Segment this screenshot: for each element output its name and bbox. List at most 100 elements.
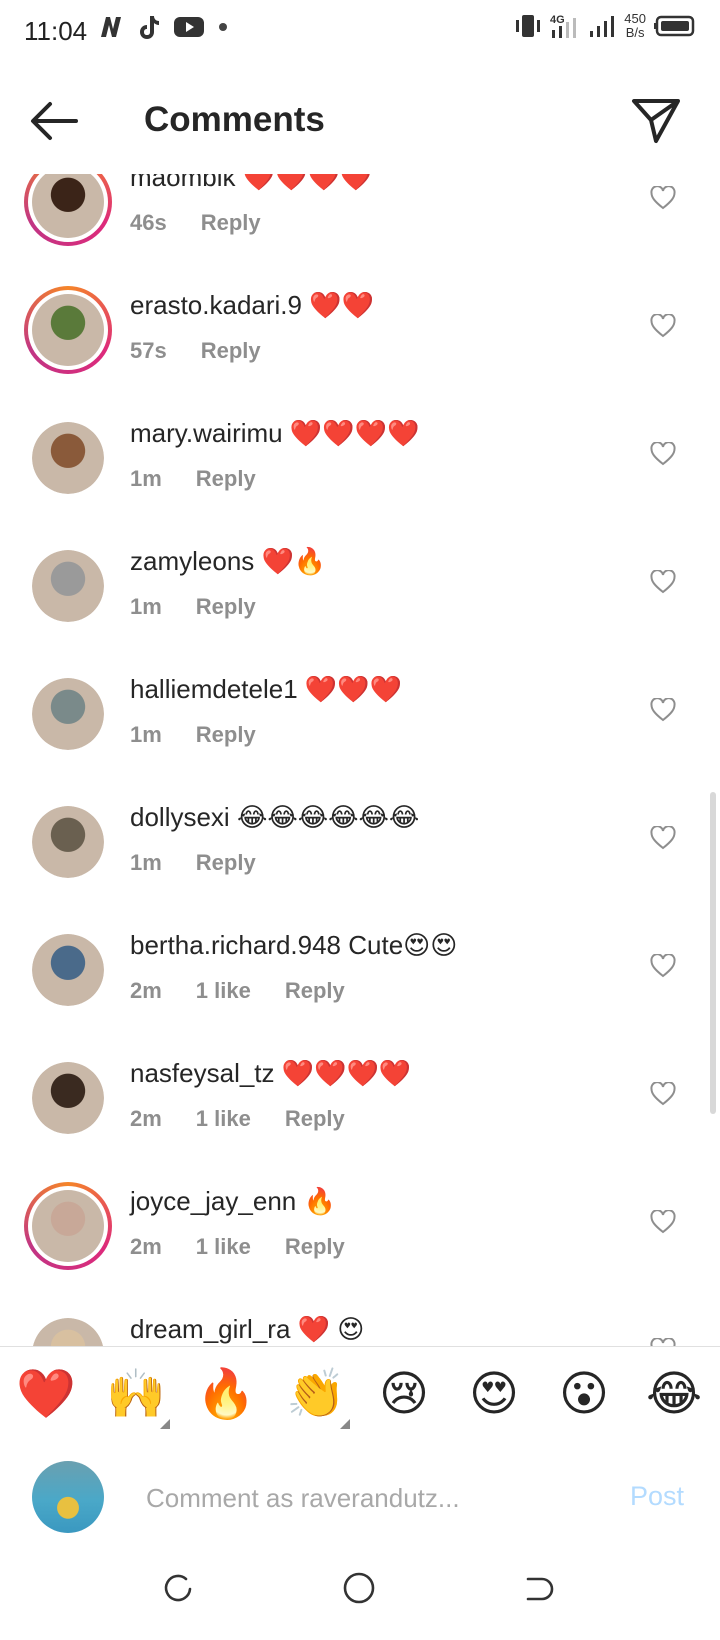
raising-hands-emoji[interactable]: 🙌 (106, 1367, 166, 1423)
status-bar: 11:04 4G 450 B/s (0, 0, 720, 66)
navigation-bar (0, 1553, 720, 1640)
comment-username[interactable]: maombik (130, 174, 235, 192)
tears-of-joy-emoji[interactable]: 😂 (646, 1367, 702, 1423)
post-button[interactable]: Post (630, 1481, 684, 1512)
like-heart-icon[interactable] (650, 826, 676, 850)
comment-time: 2m (130, 978, 162, 1003)
system-status: 4G 450 B/s (514, 12, 698, 40)
comment-username[interactable]: bertha.richard.948 (130, 930, 341, 960)
reply-button[interactable]: Reply (196, 594, 256, 619)
heart-eyes-emoji[interactable]: 😍 (466, 1367, 522, 1423)
home-icon[interactable] (342, 1571, 376, 1605)
comment-text: Cute😍😍 (348, 930, 458, 960)
comment-likes[interactable]: 1 like (196, 1234, 251, 1259)
avatar[interactable] (24, 286, 112, 374)
like-heart-icon[interactable] (650, 954, 676, 978)
comment-username[interactable]: dollysexi (130, 802, 230, 832)
avatar[interactable] (32, 678, 104, 750)
comment-input[interactable] (144, 1473, 588, 1523)
skin-tone-indicator (340, 1419, 350, 1429)
reply-button[interactable]: Reply (285, 978, 345, 1003)
header: Comments (0, 70, 720, 174)
avatar[interactable] (32, 934, 104, 1006)
dot-icon (219, 23, 227, 31)
comment-line: mary.wairimu ❤️❤️❤️❤️ (130, 418, 419, 449)
comment-line: nasfeysal_tz ❤️❤️❤️❤️ (130, 1058, 411, 1089)
avatar[interactable] (32, 422, 104, 494)
comment-line: erasto.kadari.9 ❤️❤️ (130, 290, 374, 321)
comment-likes[interactable]: 1 like (196, 1106, 251, 1131)
comment-meta: 46s Reply (130, 210, 261, 236)
comment-line: joyce_jay_enn 🔥 (130, 1186, 336, 1217)
comment-time: 1m (130, 466, 162, 491)
comment-likes[interactable]: 1 like (196, 978, 251, 1003)
comment-text: 😂😂😂😂😂😂 (236, 802, 420, 832)
comment-time: 1m (130, 850, 162, 875)
like-heart-icon[interactable] (650, 698, 676, 722)
vibrate-icon (516, 15, 541, 37)
back-nav-icon[interactable] (522, 1573, 554, 1605)
notification-icons (98, 14, 228, 40)
comment-text: ❤️❤️❤️ (304, 674, 403, 704)
avatar[interactable] (32, 806, 104, 878)
comment-meta: 2m 1 like Reply (130, 1234, 345, 1260)
comment-username[interactable]: dream_girl_ra (130, 1314, 290, 1344)
comment-time: 2m (130, 1106, 162, 1131)
reply-button[interactable]: Reply (285, 1234, 345, 1259)
back-arrow-icon[interactable] (28, 98, 80, 144)
comment-username[interactable]: nasfeysal_tz (130, 1058, 275, 1088)
scrollbar[interactable] (710, 792, 716, 1114)
reply-button[interactable]: Reply (196, 722, 256, 747)
comment-meta: 2m 1 like Reply (130, 1106, 345, 1132)
comment-username[interactable]: mary.wairimu (130, 418, 283, 448)
avatar[interactable] (32, 1062, 104, 1134)
avatar[interactable] (32, 550, 104, 622)
avatar[interactable] (32, 1318, 104, 1348)
avatar (32, 1461, 104, 1533)
red-heart-emoji[interactable]: ❤️ (16, 1367, 76, 1423)
clapping-hands-emoji[interactable]: 👏 (286, 1367, 346, 1423)
direct-message-icon[interactable] (630, 96, 682, 144)
comment-list[interactable]: maombik ❤️❤️❤️❤️ 46s Reply erasto.kadari.9 … (0, 174, 720, 1348)
like-heart-icon[interactable] (650, 1210, 676, 1234)
comment-row: bertha.richard.948 Cute😍😍 2m 1 like Reply (0, 914, 720, 1042)
avatar[interactable] (24, 1182, 112, 1270)
comment-text: 🔥 (303, 1186, 336, 1216)
like-heart-icon[interactable] (650, 186, 676, 210)
comment-username[interactable]: joyce_jay_enn (130, 1186, 296, 1216)
comment-row: erasto.kadari.9 ❤️❤️ 57s Reply (0, 274, 720, 402)
comment-meta: 57s Reply (130, 338, 261, 364)
comment-line: bertha.richard.948 Cute😍😍 (130, 930, 457, 961)
comment-line: dream_girl_ra ❤️ 😍 (130, 1314, 364, 1345)
comment-text: ❤️❤️❤️❤️ (289, 418, 420, 448)
reply-button[interactable]: Reply (201, 210, 261, 235)
reply-button[interactable]: Reply (196, 466, 256, 491)
like-heart-icon[interactable] (650, 570, 676, 594)
comment-composer: Post (0, 1443, 720, 1553)
reply-button[interactable]: Reply (201, 338, 261, 363)
crying-face-emoji[interactable]: 😢 (376, 1367, 432, 1423)
reply-button[interactable]: Reply (285, 1106, 345, 1131)
comment-meta: 2m 1 like Reply (130, 978, 345, 1004)
skin-tone-indicator (160, 1419, 170, 1429)
signal-icon (590, 16, 615, 37)
surprised-face-emoji[interactable]: 😮 (556, 1367, 612, 1423)
comment-username[interactable]: halliemdetele1 (130, 674, 298, 704)
reply-button[interactable]: Reply (196, 850, 256, 875)
comment-time: 57s (130, 338, 167, 363)
avatar[interactable] (24, 174, 112, 246)
like-heart-icon[interactable] (650, 442, 676, 466)
like-heart-icon[interactable] (650, 314, 676, 338)
youtube-icon (174, 17, 204, 37)
comment-username[interactable]: erasto.kadari.9 (130, 290, 302, 320)
recent-apps-icon[interactable] (162, 1573, 194, 1605)
comment-line: zamyleons ❤️🔥 (130, 546, 326, 577)
comment-meta: 1m Reply (130, 850, 256, 876)
comment-meta: 1m Reply (130, 722, 256, 748)
network-speed: 450 B/s (624, 12, 646, 40)
fire-emoji[interactable]: 🔥 (196, 1367, 256, 1423)
comment-username[interactable]: zamyleons (130, 546, 254, 576)
comment-text: ❤️🔥 (261, 546, 327, 576)
comment-line: halliemdetele1 ❤️❤️❤️ (130, 674, 402, 705)
like-heart-icon[interactable] (650, 1082, 676, 1106)
